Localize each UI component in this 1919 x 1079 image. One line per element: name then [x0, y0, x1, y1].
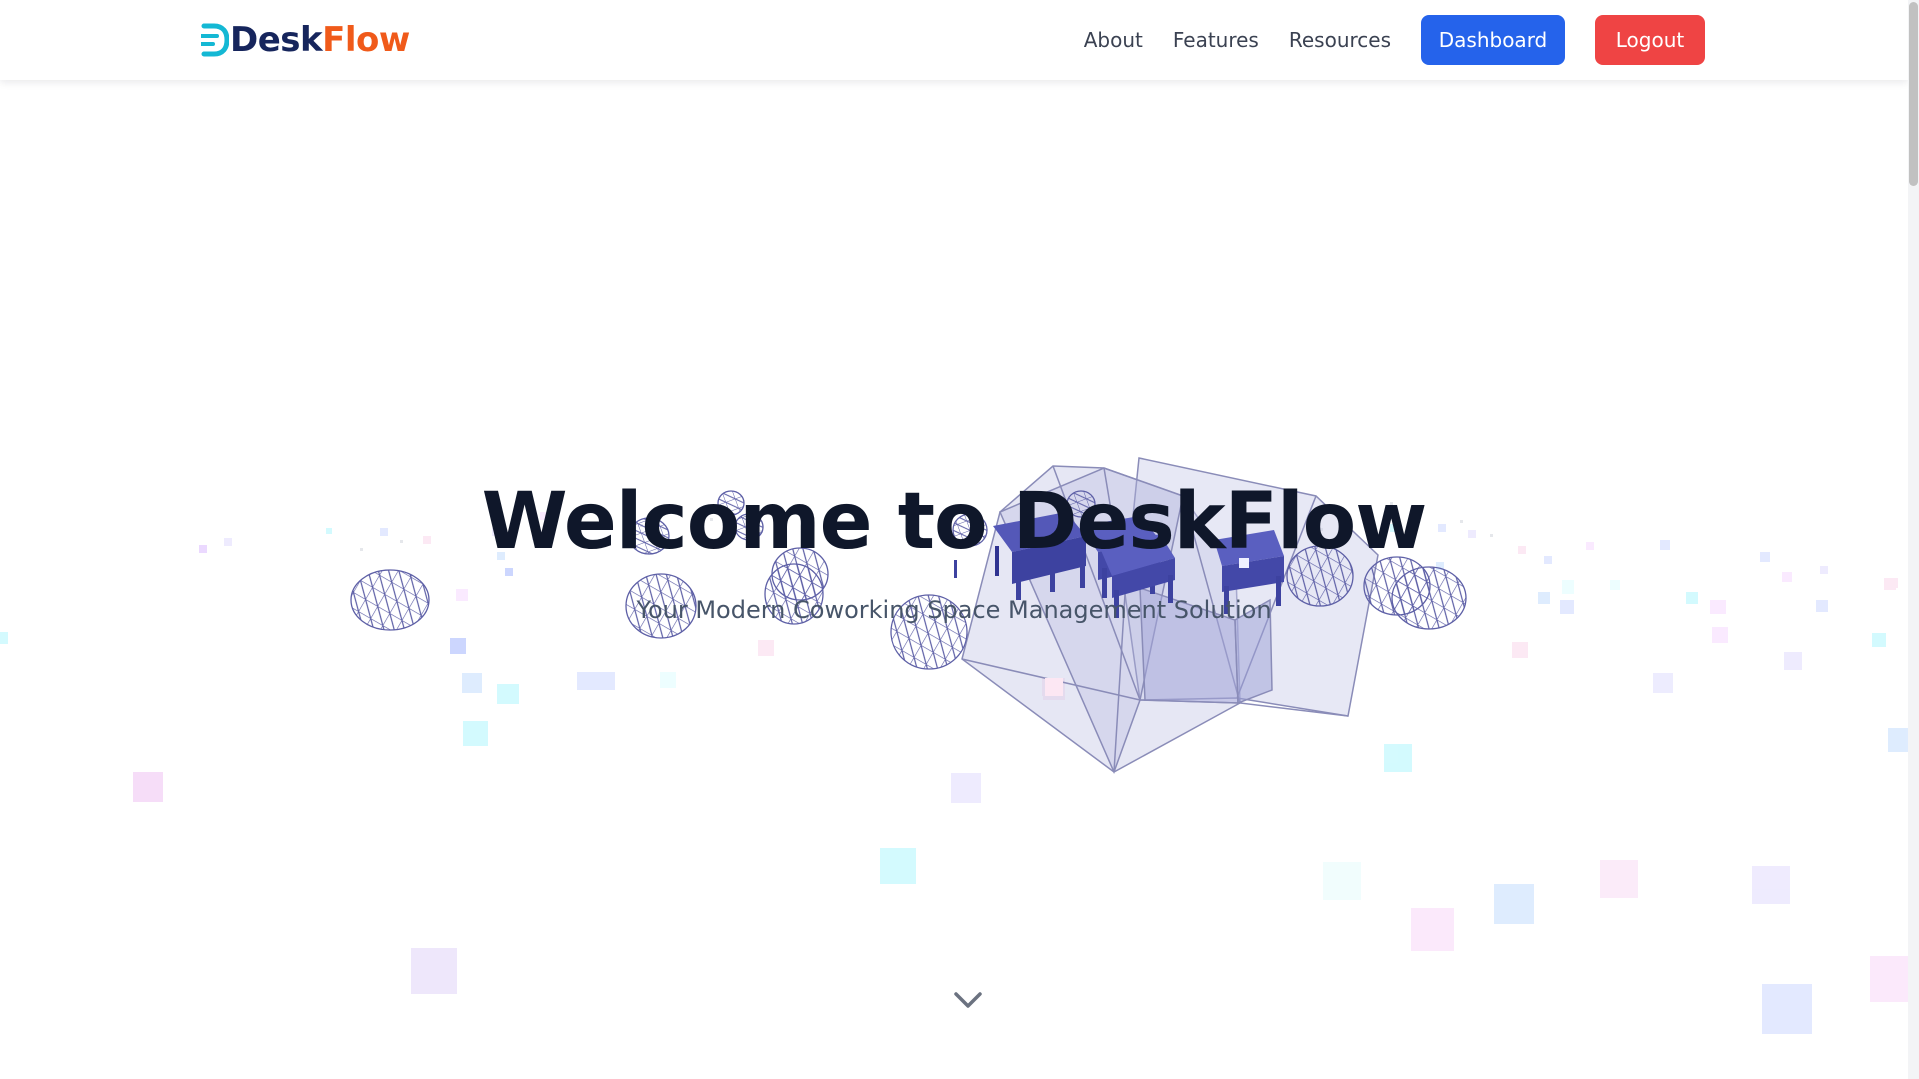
dashboard-button[interactable]: Dashboard — [1421, 15, 1565, 65]
logout-button[interactable]: Logout — [1595, 15, 1705, 65]
logo-text-desk: Desk — [230, 20, 323, 60]
logo-text-flow: Flow — [322, 20, 410, 60]
scrollbar-thumb[interactable] — [1909, 2, 1918, 186]
deskflow-logo[interactable]: DeskFlow — [201, 16, 410, 64]
nav-link-resources[interactable]: Resources — [1289, 28, 1391, 52]
nav-link-features[interactable]: Features — [1173, 28, 1259, 52]
page: DeskFlow About Features Resources Dashbo… — [0, 0, 1919, 1079]
deskflow-logo-icon — [201, 23, 229, 57]
nav-link-about[interactable]: About — [1084, 28, 1143, 52]
chevron-down-icon[interactable] — [952, 988, 984, 1012]
logo-text: DeskFlow — [230, 23, 410, 57]
main-nav: About Features Resources Dashboard Logou… — [1084, 15, 1705, 65]
hero-title: Welcome to DeskFlow — [481, 477, 1428, 567]
page-scrollbar[interactable] — [1908, 0, 1919, 1079]
top-navbar: DeskFlow About Features Resources Dashbo… — [0, 0, 1908, 80]
hero-subtitle: Your Modern Coworking Space Management S… — [636, 596, 1272, 624]
particle-squares — [0, 512, 1908, 1034]
